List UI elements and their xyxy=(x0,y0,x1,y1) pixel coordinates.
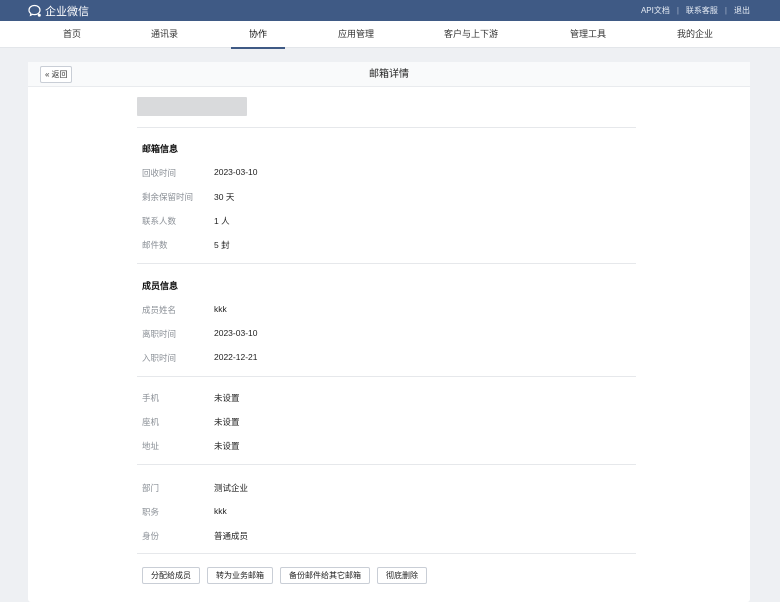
info-row: 剩余保留时间 30 天 xyxy=(142,191,234,203)
row-label: 回收时间 xyxy=(142,168,177,178)
divider: | xyxy=(724,6,727,15)
row-value: 1 人 xyxy=(214,216,230,226)
nav-item-my-enterprise[interactable]: 我的企业 xyxy=(677,21,713,48)
section-title-member-info: 成员信息 xyxy=(142,281,179,291)
assign-to-member-button[interactable]: 分配给成员 xyxy=(142,567,200,584)
row-label: 邮件数 xyxy=(142,240,168,250)
row-label: 入职时间 xyxy=(142,353,177,363)
row-value: 2023-03-10 xyxy=(214,167,258,177)
divider xyxy=(137,553,636,554)
nav-item-app-management[interactable]: 应用管理 xyxy=(338,21,374,48)
info-row: 邮件数 5 封 xyxy=(142,239,230,251)
nav-item-customers[interactable]: 客户与上下游 xyxy=(444,21,498,48)
api-docs-link[interactable]: API文档 xyxy=(641,5,670,16)
divider: | xyxy=(676,6,679,15)
double-chevron-left-icon: « xyxy=(45,70,50,79)
brand[interactable]: 企业微信 xyxy=(28,3,89,19)
nav-item-home[interactable]: 首页 xyxy=(63,21,81,48)
info-row: 身份 普通成员 xyxy=(142,530,248,542)
section-title-mailbox-info: 邮箱信息 xyxy=(142,144,179,154)
row-label: 联系人数 xyxy=(142,216,177,226)
contact-support-link[interactable]: 联系客服 xyxy=(686,5,718,16)
brand-name: 企业微信 xyxy=(45,5,89,18)
nav-item-collaboration[interactable]: 协作 xyxy=(230,21,286,49)
action-bar: 分配给成员 转为业务邮箱 备份邮件给其它邮箱 彻底删除 xyxy=(142,567,427,584)
delete-permanently-button[interactable]: 彻底删除 xyxy=(377,567,427,584)
row-value: kkk xyxy=(214,304,227,314)
info-row: 部门 测试企业 xyxy=(142,482,248,494)
info-row: 成员姓名 kkk xyxy=(142,304,227,316)
info-row: 联系人数 1 人 xyxy=(142,215,230,227)
card-header: « 返回 邮箱详情 xyxy=(28,62,750,87)
row-value: 5 封 xyxy=(214,240,230,250)
back-label: 返回 xyxy=(51,70,68,79)
row-label: 身份 xyxy=(142,531,160,541)
info-row: 回收时间 2023-03-10 xyxy=(142,167,257,179)
logout-link[interactable]: 退出 xyxy=(734,5,750,16)
row-value: 未设置 xyxy=(214,393,240,403)
row-label: 座机 xyxy=(142,417,160,427)
row-value: 2023-03-10 xyxy=(214,328,258,338)
info-row: 手机 未设置 xyxy=(142,392,240,404)
row-label: 成员姓名 xyxy=(142,305,177,315)
row-value: kkk xyxy=(214,506,227,516)
info-row: 职务 kkk xyxy=(142,506,227,518)
row-label: 离职时间 xyxy=(142,329,177,339)
backup-mail-button[interactable]: 备份邮件给其它邮箱 xyxy=(280,567,370,584)
nav-item-management-tools[interactable]: 管理工具 xyxy=(570,21,606,48)
info-row: 地址 未设置 xyxy=(142,440,240,452)
row-label: 职务 xyxy=(142,507,160,517)
mailbox-detail-card: « 返回 邮箱详情 邮箱信息 回收时间 2023-03-10 剩余保留时间 30… xyxy=(28,62,750,602)
row-label: 部门 xyxy=(142,483,160,493)
row-value: 普通成员 xyxy=(214,531,249,541)
divider xyxy=(137,127,636,128)
row-value: 未设置 xyxy=(214,417,240,427)
row-label: 剩余保留时间 xyxy=(142,192,194,202)
nav-item-contacts[interactable]: 通讯录 xyxy=(151,21,178,48)
info-row: 座机 未设置 xyxy=(142,416,240,428)
info-row: 离职时间 2023-03-10 xyxy=(142,328,257,340)
divider xyxy=(137,464,636,465)
row-value: 测试企业 xyxy=(214,483,249,493)
mailbox-address-placeholder xyxy=(137,97,247,116)
divider xyxy=(137,376,636,377)
row-label: 地址 xyxy=(142,441,160,451)
convert-to-business-mailbox-button[interactable]: 转为业务邮箱 xyxy=(207,567,273,584)
info-row: 入职时间 2022-12-21 xyxy=(142,352,257,364)
top-bar: 企业微信 API文档 | 联系客服 | 退出 xyxy=(0,0,780,21)
top-links: API文档 | 联系客服 | 退出 xyxy=(641,5,750,16)
row-value: 30 天 xyxy=(214,192,235,202)
main-nav: 首页 通讯录 协作 应用管理 客户与上下游 管理工具 我的企业 xyxy=(0,21,780,49)
wecom-logo-icon xyxy=(28,4,41,17)
back-button[interactable]: « 返回 xyxy=(40,66,73,83)
divider xyxy=(137,263,636,264)
page-title: 邮箱详情 xyxy=(369,69,409,80)
row-value: 未设置 xyxy=(214,441,240,451)
row-label: 手机 xyxy=(142,393,160,403)
row-value: 2022-12-21 xyxy=(214,352,258,362)
